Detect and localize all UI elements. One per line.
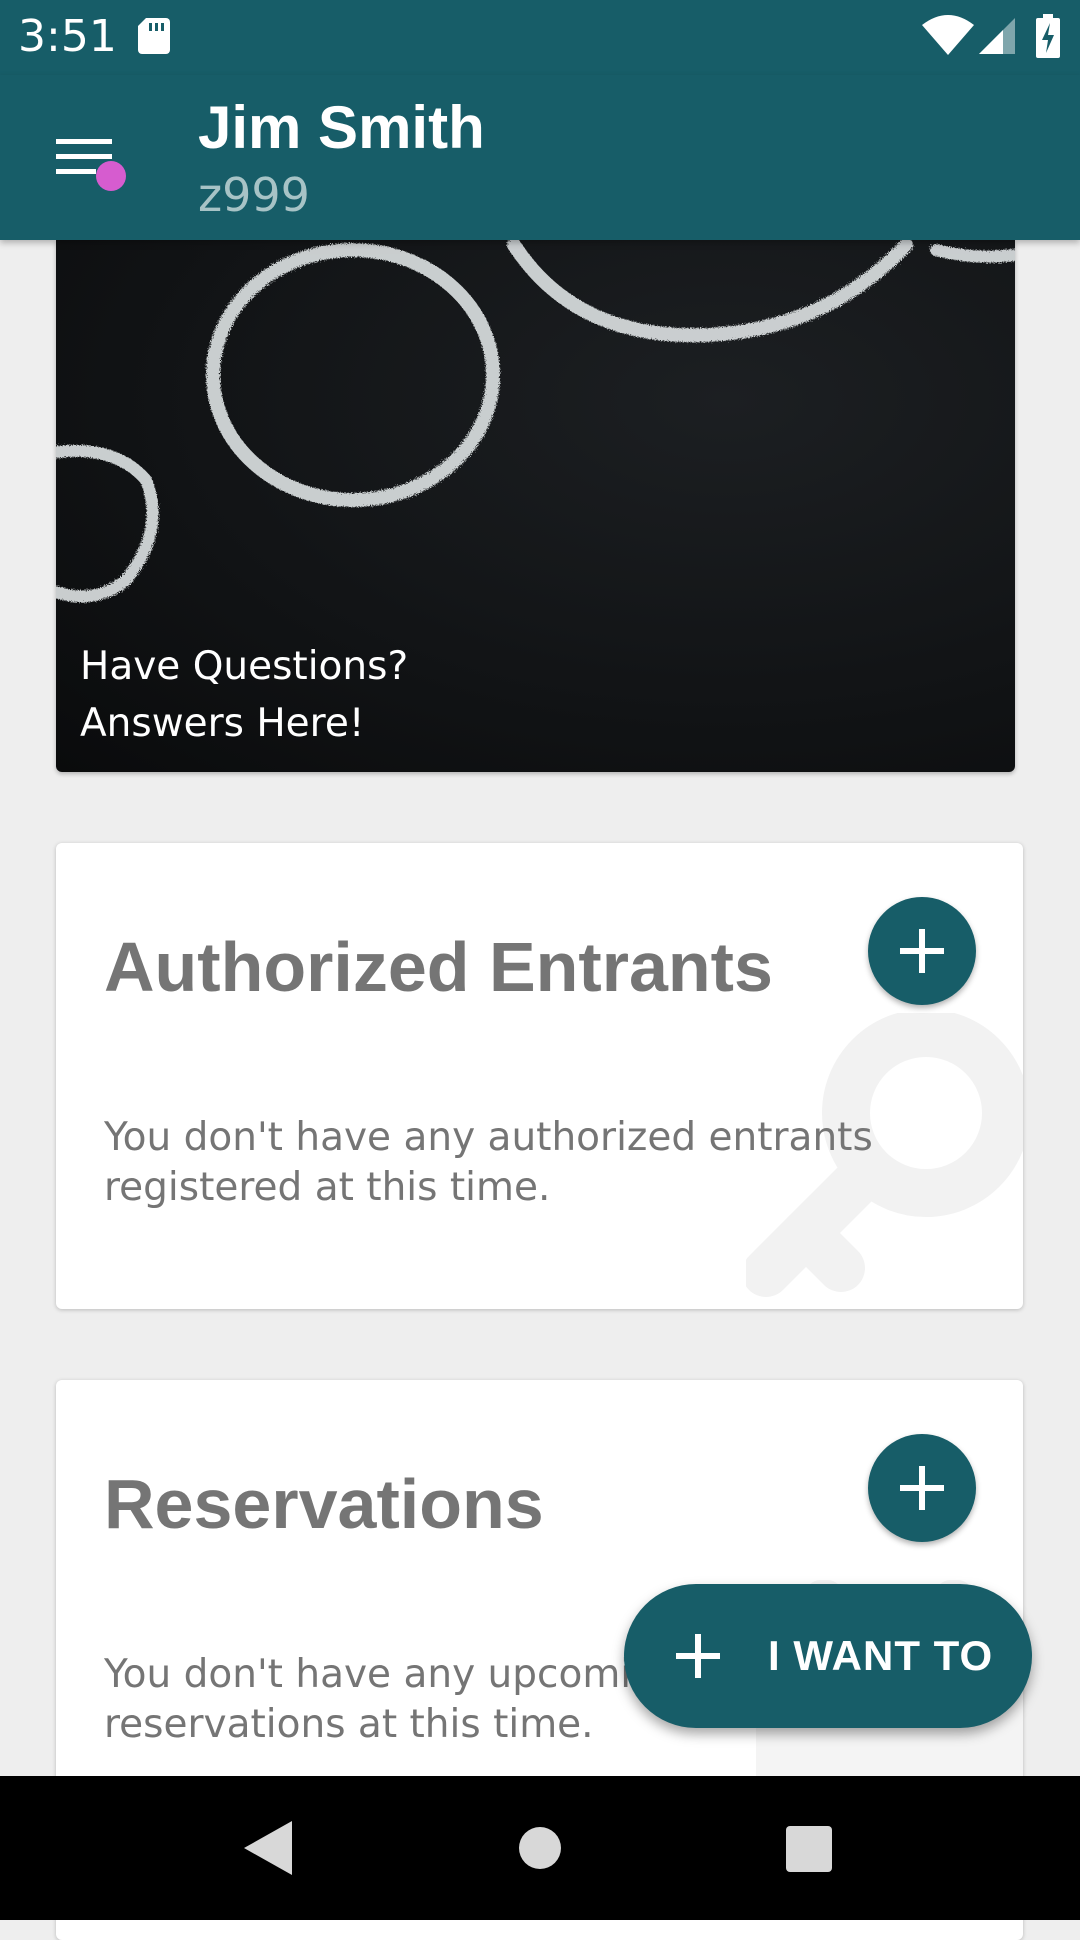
banner-text: Have Questions? Answers Here!	[80, 644, 409, 746]
menu-button[interactable]	[40, 115, 140, 215]
add-reservation-button[interactable]	[868, 1434, 976, 1542]
sd-card-icon	[138, 18, 170, 54]
faq-banner[interactable]: Have Questions? Answers Here!	[56, 240, 1015, 772]
i-want-to-label: I WANT TO	[768, 1632, 994, 1679]
notification-dot	[96, 161, 126, 191]
user-id: z999	[198, 168, 310, 222]
authorized-entrants-title: Authorized Entrants	[104, 928, 773, 1006]
status-time: 3:51	[18, 11, 117, 62]
plus-icon	[900, 929, 944, 973]
back-icon[interactable]	[244, 1821, 292, 1875]
app-bar: Jim Smith z999	[0, 75, 1080, 240]
plus-icon	[900, 1466, 944, 1510]
add-authorized-entrant-button[interactable]	[868, 897, 976, 1005]
user-name: Jim Smith	[198, 94, 485, 161]
reservations-title: Reservations	[104, 1465, 544, 1543]
plus-icon	[676, 1634, 720, 1678]
authorized-entrants-empty-message: You don't have any authorized entrants r…	[104, 1115, 873, 1210]
cell-signal-icon	[979, 18, 1015, 54]
i-want-to-button[interactable]: I WANT TO	[624, 1584, 1032, 1728]
authorized-entrants-card: Authorized Entrants You don't have any a…	[56, 843, 1023, 1309]
recents-icon[interactable]	[786, 1826, 832, 1872]
system-navigation-bar	[0, 1776, 1080, 1920]
wifi-icon	[922, 15, 974, 55]
status-bar: 3:51	[0, 0, 1080, 75]
battery-charging-icon	[1036, 14, 1060, 58]
home-icon[interactable]	[518, 1826, 562, 1870]
